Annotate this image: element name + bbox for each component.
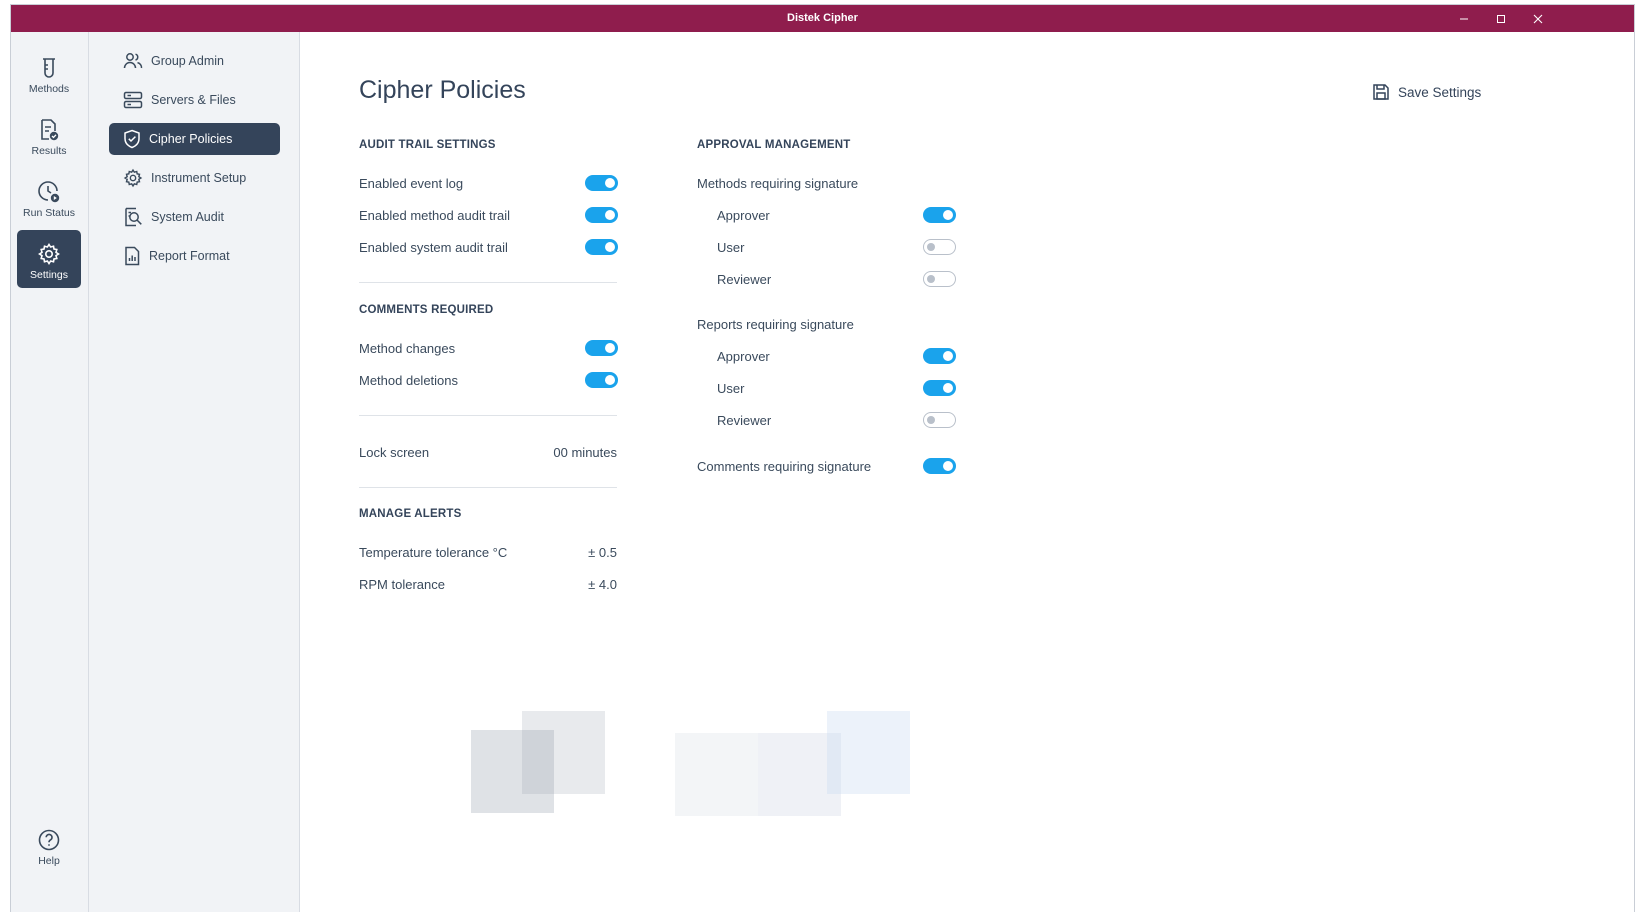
rail-item-run-status[interactable]: Run Status	[17, 168, 81, 226]
app-window: Distek Cipher Methods Results Run Status…	[11, 5, 1634, 912]
gear-icon	[123, 168, 143, 188]
methods-user-toggle[interactable]	[923, 239, 956, 255]
subnav-label: Report Format	[149, 249, 230, 263]
method-changes-toggle[interactable]	[585, 340, 618, 356]
rail-label-help: Help	[38, 855, 60, 867]
methods-reviewer-label: Reviewer	[717, 272, 772, 287]
decorative-square	[827, 711, 910, 794]
server-icon	[123, 91, 143, 109]
reports-user-label: User	[717, 381, 745, 396]
approval-management-heading: APPROVAL MANAGEMENT	[697, 139, 851, 151]
method-changes-label: Method changes	[359, 341, 456, 356]
subnav-label: Servers & Files	[151, 93, 236, 107]
icon-rail: Methods Results Run Status Settings Help	[11, 32, 89, 912]
subnav-item-cipher-policies[interactable]: Cipher Policies	[109, 123, 280, 155]
methods-requiring-signature-label: Methods requiring signature	[697, 176, 859, 191]
reports-reviewer-toggle[interactable]	[923, 412, 956, 428]
close-icon	[1533, 14, 1543, 23]
rail-label-settings: Settings	[30, 269, 68, 281]
subnav-item-system-audit[interactable]: System Audit	[109, 201, 280, 233]
divider	[359, 282, 617, 283]
comments-required-heading: COMMENTS REQUIRED	[359, 304, 494, 316]
rail-item-settings[interactable]: Settings	[17, 230, 81, 288]
subnav-label: Instrument Setup	[151, 171, 247, 185]
subnav-item-report-format[interactable]: Report Format	[109, 240, 280, 272]
rail-label-methods: Methods	[28, 83, 70, 95]
system-audit-trail-toggle[interactable]	[585, 239, 618, 255]
reports-approver-toggle[interactable]	[923, 348, 956, 364]
rail-label-run-status: Run Status	[23, 207, 75, 219]
close-button[interactable]	[1518, 5, 1558, 32]
decorative-square	[675, 733, 758, 816]
decorative-square	[522, 711, 605, 794]
rpm-tolerance-label: RPM tolerance	[359, 577, 445, 592]
lock-screen-label: Lock screen	[359, 445, 430, 460]
maximize-button[interactable]	[1481, 5, 1521, 32]
methods-approver-toggle[interactable]	[923, 207, 956, 223]
divider	[359, 487, 617, 488]
method-deletions-toggle[interactable]	[585, 372, 618, 388]
methods-approver-label: Approver	[717, 208, 770, 223]
reports-reviewer-label: Reviewer	[717, 413, 772, 428]
users-icon	[123, 53, 143, 69]
minimize-icon	[1460, 18, 1468, 19]
subnav-label: System Audit	[151, 210, 224, 224]
method-audit-trail-toggle[interactable]	[585, 207, 618, 223]
audit-trail-heading: AUDIT TRAIL SETTINGS	[359, 139, 496, 151]
rail-item-results[interactable]: Results	[17, 106, 81, 164]
document-check-icon	[41, 119, 59, 141]
reports-approver-label: Approver	[717, 349, 770, 364]
clock-play-icon	[38, 181, 60, 203]
lock-screen-value[interactable]: 00 minutes	[517, 445, 617, 460]
help-circle-icon	[38, 829, 60, 851]
temperature-tolerance-label: Temperature tolerance °C	[359, 545, 508, 560]
subnav-item-servers-files[interactable]: Servers & Files	[109, 84, 280, 116]
subnav-label: Group Admin	[151, 54, 224, 68]
subnav-item-instrument-setup[interactable]: Instrument Setup	[109, 162, 280, 194]
shield-check-icon	[124, 129, 140, 149]
methods-user-label: User	[717, 240, 745, 255]
window-title: Distek Cipher	[787, 12, 858, 24]
comments-requiring-signature-label: Comments requiring signature	[697, 459, 872, 474]
reports-user-toggle[interactable]	[923, 380, 956, 396]
temperature-tolerance-value[interactable]: ± 0.5	[537, 545, 617, 560]
rail-item-help[interactable]: Help	[17, 816, 81, 874]
maximize-icon	[1497, 14, 1505, 23]
subnav-item-group-admin[interactable]: Group Admin	[109, 45, 280, 77]
gear-icon	[38, 243, 60, 265]
divider	[359, 415, 617, 416]
rail-label-results: Results	[31, 145, 67, 157]
comments-requiring-signature-toggle[interactable]	[923, 458, 956, 474]
page-title: Cipher Policies	[359, 76, 526, 104]
audit-search-icon	[125, 207, 142, 227]
reports-requiring-signature-label: Reports requiring signature	[697, 317, 854, 332]
save-settings-label: Save Settings	[1398, 84, 1482, 100]
method-audit-trail-label: Enabled method audit trail	[359, 208, 511, 223]
system-audit-trail-label: Enabled system audit trail	[359, 240, 508, 255]
minimize-button[interactable]	[1444, 5, 1484, 32]
rail-item-methods[interactable]: Methods	[17, 44, 81, 102]
event-log-label: Enabled event log	[359, 176, 464, 191]
save-icon	[1373, 84, 1389, 100]
event-log-toggle[interactable]	[585, 175, 618, 191]
save-settings-button[interactable]: Save Settings	[1372, 80, 1481, 104]
main-content: Cipher Policies Save Settings AUDIT TRAI…	[300, 32, 1634, 912]
methods-reviewer-toggle[interactable]	[923, 271, 956, 287]
beaker-icon	[43, 58, 55, 78]
manage-alerts-heading: MANAGE ALERTS	[359, 508, 462, 520]
method-deletions-label: Method deletions	[359, 373, 459, 388]
report-icon	[125, 246, 140, 266]
settings-subnav: Group Admin Servers & Files Cipher Polic…	[89, 32, 300, 912]
subnav-label: Cipher Policies	[149, 132, 233, 146]
title-bar: Distek Cipher	[11, 5, 1634, 32]
rpm-tolerance-value[interactable]: ± 4.0	[537, 577, 617, 592]
